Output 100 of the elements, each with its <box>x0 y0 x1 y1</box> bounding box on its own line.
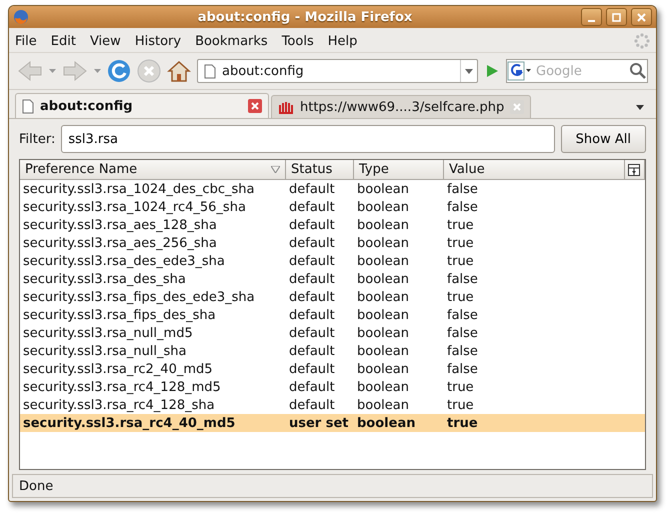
table-cell-text: true <box>446 398 475 412</box>
filter-field[interactable]: ssl3.rsa <box>61 125 555 153</box>
table-cell-text: boolean <box>356 398 410 412</box>
table-cell-text: false <box>446 200 479 214</box>
table-row[interactable]: security.ssl3.rsa_rc4_40_md5 user set boolean true <box>20 414 645 432</box>
table-cell-text: default <box>288 254 336 268</box>
menu-item[interactable]: File <box>15 34 37 48</box>
menu-item[interactable]: Tools <box>282 34 314 48</box>
table-cell-text: boolean <box>356 236 410 250</box>
table-cell-text: boolean <box>356 344 410 358</box>
table-cell-text: default <box>288 218 336 232</box>
table-row[interactable]: security.ssl3.rsa_aes_256_sha default boolean true <box>20 234 645 252</box>
address-field[interactable]: about:config <box>197 59 478 83</box>
table-cell-text: boolean <box>356 254 410 268</box>
home-icon[interactable] <box>167 59 191 83</box>
table-cell-text: security.ssl3.rsa_fips_des_ede3_sha <box>22 290 256 304</box>
table-cell-text: default <box>288 182 336 196</box>
table-cell-text: security.ssl3.rsa_des_sha <box>22 272 187 286</box>
table-cell-text: boolean <box>356 218 410 232</box>
table-cell-text: default <box>288 200 336 214</box>
table-cell-text: security.ssl3.rsa_1024_rc4_56_sha <box>22 200 247 214</box>
column-header[interactable]: Type <box>354 160 444 180</box>
table-row[interactable]: security.ssl3.rsa_null_sha default boolean false <box>20 342 645 360</box>
table-cell-text: boolean <box>356 380 410 394</box>
menu-item[interactable]: Help <box>328 34 358 48</box>
address-text: about:config <box>222 64 305 78</box>
table-row[interactable]: security.ssl3.rsa_des_ede3_sha default boolean true <box>20 252 645 270</box>
caret-icon[interactable] <box>636 104 644 110</box>
column-header[interactable]: Status <box>286 160 354 180</box>
table-row[interactable]: security.ssl3.rsa_aes_128_sha default boolean true <box>20 216 645 234</box>
table-row[interactable]: security.ssl3.rsa_fips_des_ede3_sha default boolean true <box>20 288 645 306</box>
table-row[interactable]: security.ssl3.rsa_rc4_128_sha default boolean true <box>20 396 645 414</box>
table-cell-text: true <box>446 290 475 304</box>
table-cell-text: security.ssl3.rsa_rc4_40_md5 <box>22 416 236 430</box>
table-cell-text: true <box>446 218 475 232</box>
go-icon[interactable] <box>484 63 500 79</box>
close-icon <box>635 12 648 22</box>
menu-item[interactable]: Edit <box>50 34 76 48</box>
caret-icon[interactable] <box>465 68 473 74</box>
table-cell-text: security.ssl3.rsa_des_ede3_sha <box>22 254 226 268</box>
table-cell-text: security.ssl3.rsa_null_md5 <box>22 326 194 340</box>
column-picker-icon[interactable] <box>628 164 640 176</box>
table-cell-text: boolean <box>356 272 410 286</box>
table-row[interactable]: security.ssl3.rsa_null_md5 default boolean false <box>20 324 645 342</box>
table-row[interactable]: security.ssl3.rsa_fips_des_sha default boolean false <box>20 306 645 324</box>
table-cell-text: default <box>288 344 336 358</box>
tab[interactable]: about:config <box>15 93 269 118</box>
page-icon <box>22 98 34 114</box>
close-tab-icon[interactable] <box>248 99 262 113</box>
table-cell-text: default <box>288 308 336 322</box>
close-button[interactable] <box>631 8 652 26</box>
table-cell-text: true <box>446 254 475 268</box>
table-cell-text: user set <box>288 416 350 430</box>
throbber-icon <box>634 33 650 49</box>
menu-item[interactable]: View <box>90 34 121 48</box>
site-icon <box>278 100 294 114</box>
show-all-button[interactable]: Show All <box>560 125 646 153</box>
table-cell-text: default <box>288 236 336 250</box>
maximize-icon <box>610 12 623 22</box>
tab[interactable]: https://www69....3/selfcare.php <box>271 95 532 118</box>
table-cell-text: security.ssl3.rsa_aes_128_sha <box>22 218 218 232</box>
table-cell-text: default <box>288 272 336 286</box>
table-cell-text: security.ssl3.rsa_aes_256_sha <box>22 236 218 250</box>
table-cell-text: security.ssl3.rsa_1024_des_cbc_sha <box>22 182 256 196</box>
search-bar[interactable]: Google <box>506 59 648 83</box>
column-header[interactable]: Preference Name <box>20 160 286 180</box>
table-cell-text: boolean <box>356 200 410 214</box>
column-header[interactable]: Value <box>444 160 625 180</box>
table-cell-text: boolean <box>356 326 410 340</box>
table-row[interactable]: security.ssl3.rsa_rc2_40_md5 default boolean false <box>20 360 645 378</box>
table-row[interactable]: security.ssl3.rsa_rc4_128_md5 default boolean true <box>20 378 645 396</box>
table-cell-text: false <box>446 182 479 196</box>
search-engine-icon[interactable] <box>507 61 533 81</box>
maximize-button[interactable] <box>606 8 627 26</box>
table-cell-text: default <box>288 326 336 340</box>
search-icon[interactable] <box>629 62 647 80</box>
minimize-icon <box>588 20 595 22</box>
table-cell-text: security.ssl3.rsa_rc4_128_md5 <box>22 380 222 394</box>
table-cell-text: false <box>446 272 479 286</box>
minimize-button[interactable] <box>581 8 602 26</box>
table-cell-text: boolean <box>356 290 410 304</box>
table-cell-text: true <box>446 380 475 394</box>
table-cell-text: security.ssl3.rsa_fips_des_sha <box>22 308 217 322</box>
table-row[interactable]: security.ssl3.rsa_1024_des_cbc_sha default boolean false <box>20 180 645 198</box>
reload-icon[interactable] <box>107 59 131 83</box>
sort-icon <box>271 166 280 173</box>
menu-item[interactable]: History <box>134 34 182 48</box>
table-cell-text: security.ssl3.rsa_rc2_40_md5 <box>22 362 214 376</box>
table-cell-text: false <box>446 308 479 322</box>
table-cell-text: default <box>288 380 336 394</box>
table-cell-text: false <box>446 344 479 358</box>
menu-item[interactable]: Bookmarks <box>195 34 268 48</box>
table-row[interactable]: security.ssl3.rsa_des_sha default boolean false <box>20 270 645 288</box>
status-text: Done <box>19 478 54 494</box>
window-title: about:config - Mozilla Firefox <box>196 10 414 24</box>
table-cell-text: security.ssl3.rsa_null_sha <box>22 344 188 358</box>
table-row[interactable]: security.ssl3.rsa_1024_rc4_56_sha default boolean false <box>20 198 645 216</box>
table-cell-text: boolean <box>356 308 410 322</box>
table-cell-text: true <box>446 236 475 250</box>
page-icon <box>204 64 216 78</box>
